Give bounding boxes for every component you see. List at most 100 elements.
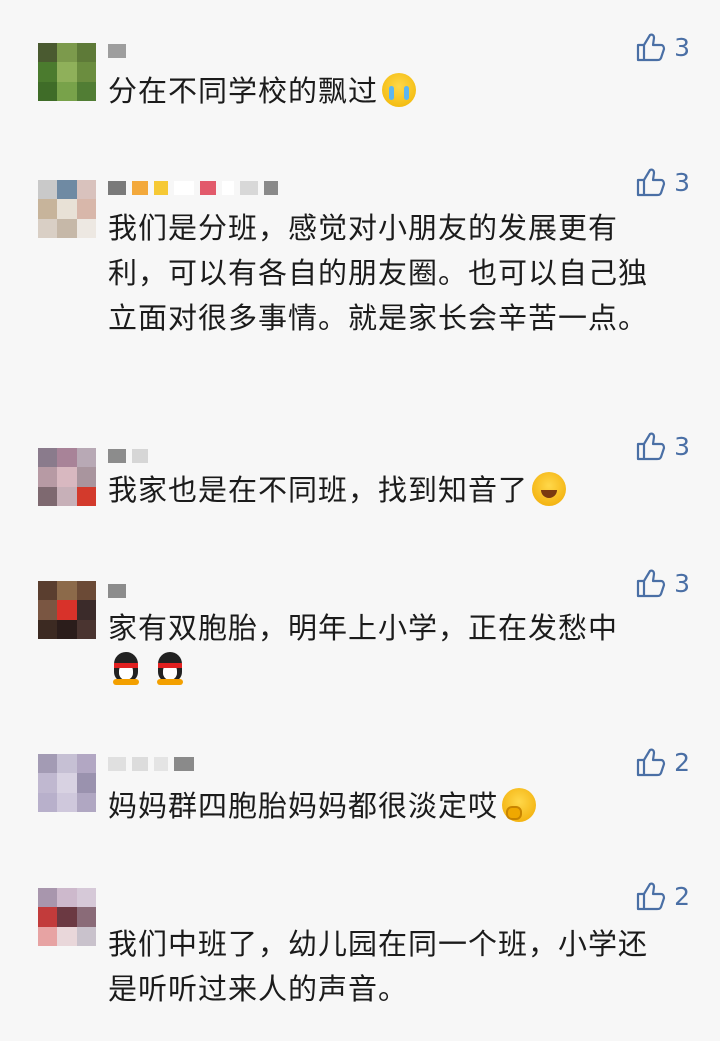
avatar-pixel [57, 62, 77, 82]
crying-face-emoji-icon [382, 73, 417, 107]
avatar-pixel [57, 926, 77, 946]
avatar-pixel [38, 199, 58, 219]
avatar-pixel [76, 907, 96, 927]
avatar-pixel [38, 888, 58, 908]
avatar-pixel [38, 754, 58, 774]
like-count: 3 [674, 32, 690, 62]
avatar[interactable] [38, 888, 96, 946]
avatar-pixel [57, 600, 77, 620]
avatar-pixel [57, 218, 77, 238]
avatar-pixel [38, 218, 58, 238]
avatar[interactable] [38, 754, 96, 812]
avatar-pixel [76, 81, 96, 101]
qq-penguin-emoji-icon [152, 650, 188, 686]
avatar-pixel [38, 62, 58, 82]
nickname-pixel [154, 181, 168, 195]
comment-text: 我家也是在不同班，找到知音了 [108, 470, 673, 510]
avatar-pixel [76, 888, 96, 908]
avatar-pixel [38, 43, 58, 63]
thumbs-up-icon [636, 168, 666, 197]
like-button[interactable]: 2 [634, 746, 690, 778]
nickname-pixel [108, 757, 126, 771]
like-button[interactable]: 3 [634, 31, 690, 63]
avatar-pixel [76, 773, 96, 793]
qq-penguin-emoji-icon [108, 650, 144, 686]
avatar-pixel [57, 888, 77, 908]
nickname-pixel [222, 181, 234, 195]
avatar[interactable] [38, 448, 96, 506]
avatar-pixel [76, 467, 96, 487]
avatar-pixel [57, 199, 77, 219]
avatar[interactable] [38, 43, 96, 101]
avatar-pixel [57, 180, 77, 200]
nickname-pixel [174, 181, 194, 195]
like-count: 3 [674, 431, 690, 461]
avatar-pixel [38, 926, 58, 946]
thumbs-up-icon [636, 569, 666, 598]
laughing-face-emoji-icon [532, 472, 567, 506]
avatar-pixel [76, 218, 96, 238]
nickname-blurred[interactable] [108, 41, 126, 61]
avatar-pixel [38, 600, 58, 620]
avatar-pixel [57, 448, 77, 468]
avatar-pixel [57, 773, 77, 793]
avatar-pixel [76, 180, 96, 200]
nickname-pixel [108, 449, 126, 463]
avatar-pixel [76, 62, 96, 82]
nickname-pixel [108, 584, 126, 598]
nickname-blurred[interactable] [108, 446, 148, 466]
avatar-pixel [38, 773, 58, 793]
avatar-pixel [76, 486, 96, 506]
avatar-pixel [38, 448, 58, 468]
nickname-pixel [132, 181, 148, 195]
avatar-pixel [38, 486, 58, 506]
avatar-pixel [76, 619, 96, 639]
avatar-pixel [38, 467, 58, 487]
thumbs-up-icon [636, 33, 666, 62]
nickname-pixel [132, 449, 148, 463]
nickname-pixel [132, 757, 148, 771]
nickname-pixel [108, 181, 126, 195]
nickname-blurred[interactable] [108, 178, 278, 198]
avatar-pixel [38, 907, 58, 927]
avatar-pixel [76, 448, 96, 468]
avatar-pixel [76, 581, 96, 601]
nickname-blurred[interactable] [108, 581, 126, 601]
nickname-pixel [264, 181, 278, 195]
thumbs-up-icon [636, 432, 666, 461]
avatar[interactable] [38, 180, 96, 238]
avatar-pixel [38, 180, 58, 200]
nickname-blurred[interactable] [108, 754, 194, 774]
comment-text: 分在不同学校的飘过 [108, 71, 673, 111]
like-button[interactable]: 3 [634, 166, 690, 198]
thumbs-up-icon [636, 882, 666, 911]
comment-text: 我们中班了，幼儿园在同一个班，小学还是听听过来人的声音。 [108, 927, 649, 1006]
like-count: 3 [674, 167, 690, 197]
like-count: 2 [674, 747, 690, 777]
avatar-pixel [38, 581, 58, 601]
avatar-pixel [76, 43, 96, 63]
avatar-pixel [57, 81, 77, 101]
avatar-pixel [57, 792, 77, 812]
avatar[interactable] [38, 581, 96, 639]
like-button[interactable]: 3 [634, 567, 690, 599]
nickname-pixel [240, 181, 258, 195]
nickname-pixel [200, 181, 216, 195]
like-count: 3 [674, 568, 690, 598]
like-button[interactable]: 3 [634, 430, 690, 462]
nickname-pixel [154, 757, 168, 771]
like-button[interactable]: 2 [634, 880, 690, 912]
avatar-pixel [38, 619, 58, 639]
avatar-pixel [38, 792, 58, 812]
avatar-pixel [57, 619, 77, 639]
thumbs-up-icon [636, 748, 666, 777]
nickname-pixel [174, 757, 194, 771]
avatar-pixel [57, 754, 77, 774]
comment-text: 我们是分班，感觉对小朋友的发展更有利，可以有各自的朋友圈。也可以自己独立面对很多… [108, 211, 649, 335]
avatar-pixel [57, 486, 77, 506]
thinking-face-emoji-icon [502, 788, 537, 822]
like-count: 2 [674, 881, 690, 911]
avatar-pixel [76, 792, 96, 812]
avatar-pixel [57, 907, 77, 927]
comment-text: 家有双胞胎，明年上小学，正在发愁中 [108, 607, 673, 691]
